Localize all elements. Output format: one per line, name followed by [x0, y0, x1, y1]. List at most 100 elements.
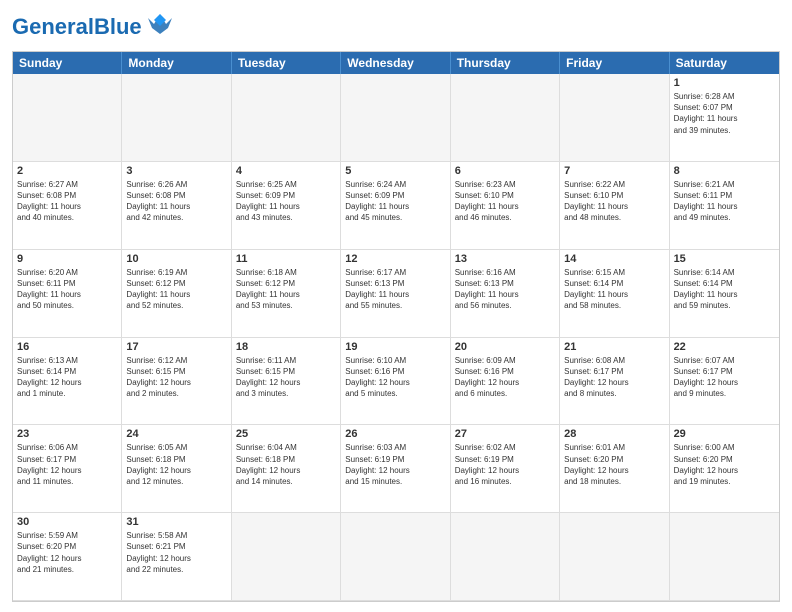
day-info: Sunrise: 6:13 AM Sunset: 6:14 PM Dayligh… [17, 355, 117, 400]
calendar-day-25: 25 Sunrise: 6:04 AM Sunset: 6:18 PM Dayli… [232, 425, 341, 513]
calendar-day-10: 10 Sunrise: 6:19 AM Sunset: 6:12 PM Dayli… [122, 250, 231, 338]
calendar-day-28: 28 Sunrise: 6:01 AM Sunset: 6:20 PM Dayli… [560, 425, 669, 513]
calendar-day-30: 30Sunrise: 5:59 AM Sunset: 6:20 PM Dayli… [13, 513, 122, 601]
calendar-day-6: 6 Sunrise: 6:23 AM Sunset: 6:10 PM Daylig… [451, 162, 560, 250]
day-info: Sunrise: 6:27 AM Sunset: 6:08 PM Dayligh… [17, 179, 117, 224]
day-number: 7 [564, 165, 664, 177]
calendar-empty-cell [13, 74, 122, 162]
calendar-day-13: 13Sunrise: 6:16 AM Sunset: 6:13 PM Dayli… [451, 250, 560, 338]
day-number: 28 [564, 428, 664, 440]
day-number: 30 [17, 516, 117, 528]
day-info: Sunrise: 6:09 AM Sunset: 6:16 PM Dayligh… [455, 355, 555, 400]
day-header-saturday: Saturday [670, 52, 779, 74]
day-number: 8 [674, 165, 775, 177]
logo-bird-icon [146, 10, 174, 43]
day-info: Sunrise: 6:25 AM Sunset: 6:09 PM Dayligh… [236, 179, 336, 224]
day-info: Sunrise: 6:01 AM Sunset: 6:20 PM Dayligh… [564, 442, 664, 487]
day-info: Sunrise: 6:26 AM Sunset: 6:08 PM Dayligh… [126, 179, 226, 224]
calendar-day-16: 16 Sunrise: 6:13 AM Sunset: 6:14 PM Dayli… [13, 338, 122, 426]
calendar-day-26: 26 Sunrise: 6:03 AM Sunset: 6:19 PM Dayli… [341, 425, 450, 513]
day-number: 9 [17, 253, 117, 265]
day-number: 4 [236, 165, 336, 177]
day-number: 5 [345, 165, 445, 177]
day-number: 23 [17, 428, 117, 440]
day-number: 31 [126, 516, 226, 528]
day-number: 2 [17, 165, 117, 177]
day-number: 26 [345, 428, 445, 440]
day-info: Sunrise: 6:17 AM Sunset: 6:13 PM Dayligh… [345, 267, 445, 312]
day-info: Sunrise: 6:23 AM Sunset: 6:10 PM Dayligh… [455, 179, 555, 224]
day-number: 6 [455, 165, 555, 177]
day-info: Sunrise: 6:06 AM Sunset: 6:17 PM Dayligh… [17, 442, 117, 487]
calendar-day-31: 31 Sunrise: 5:58 AM Sunset: 6:21 PM Dayli… [122, 513, 231, 601]
day-info: Sunrise: 6:24 AM Sunset: 6:09 PM Dayligh… [345, 179, 445, 224]
calendar-day-27: 27 Sunrise: 6:02 AM Sunset: 6:19 PM Dayli… [451, 425, 560, 513]
day-info: Sunrise: 6:28 AM Sunset: 6:07 PM Dayligh… [674, 91, 775, 136]
day-info: Sunrise: 6:02 AM Sunset: 6:19 PM Dayligh… [455, 442, 555, 487]
day-number: 10 [126, 253, 226, 265]
calendar-day-5: 5 Sunrise: 6:24 AM Sunset: 6:09 PM Daylig… [341, 162, 450, 250]
day-info: Sunrise: 6:22 AM Sunset: 6:10 PM Dayligh… [564, 179, 664, 224]
calendar-empty-cell [560, 513, 669, 601]
day-number: 12 [345, 253, 445, 265]
calendar-page: GeneralBlue SundayMondayTuesdayWednesday… [0, 0, 792, 612]
day-number: 13 [455, 253, 555, 265]
day-info: Sunrise: 6:19 AM Sunset: 6:12 PM Dayligh… [126, 267, 226, 312]
day-header-thursday: Thursday [451, 52, 560, 74]
calendar-day-8: 8Sunrise: 6:21 AM Sunset: 6:11 PM Daylig… [670, 162, 779, 250]
day-number: 29 [674, 428, 775, 440]
calendar-grid: 1 Sunrise: 6:28 AM Sunset: 6:07 PM Daylig… [13, 74, 779, 601]
day-number: 21 [564, 341, 664, 353]
day-info: Sunrise: 6:14 AM Sunset: 6:14 PM Dayligh… [674, 267, 775, 312]
logo-text: GeneralBlue [12, 16, 142, 38]
calendar-day-17: 17Sunrise: 6:12 AM Sunset: 6:15 PM Dayli… [122, 338, 231, 426]
day-info: Sunrise: 6:00 AM Sunset: 6:20 PM Dayligh… [674, 442, 775, 487]
day-number: 18 [236, 341, 336, 353]
calendar-day-24: 24 Sunrise: 6:05 AM Sunset: 6:18 PM Dayli… [122, 425, 231, 513]
day-number: 1 [674, 77, 775, 89]
logo-general: General [12, 14, 94, 39]
calendar-day-9: 9 Sunrise: 6:20 AM Sunset: 6:11 PM Daylig… [13, 250, 122, 338]
day-number: 14 [564, 253, 664, 265]
day-info: Sunrise: 6:18 AM Sunset: 6:12 PM Dayligh… [236, 267, 336, 312]
day-header-tuesday: Tuesday [232, 52, 341, 74]
calendar-day-1: 1 Sunrise: 6:28 AM Sunset: 6:07 PM Daylig… [670, 74, 779, 162]
day-info: Sunrise: 6:04 AM Sunset: 6:18 PM Dayligh… [236, 442, 336, 487]
header: GeneralBlue [12, 10, 780, 43]
day-info: Sunrise: 6:03 AM Sunset: 6:19 PM Dayligh… [345, 442, 445, 487]
day-number: 20 [455, 341, 555, 353]
day-number: 3 [126, 165, 226, 177]
calendar-empty-cell [560, 74, 669, 162]
day-number: 27 [455, 428, 555, 440]
day-header-wednesday: Wednesday [341, 52, 450, 74]
day-headers: SundayMondayTuesdayWednesdayThursdayFrid… [13, 52, 779, 74]
logo: GeneralBlue [12, 10, 174, 43]
day-header-monday: Monday [122, 52, 231, 74]
calendar-day-2: 2 Sunrise: 6:27 AM Sunset: 6:08 PM Daylig… [13, 162, 122, 250]
calendar-day-29: 29 Sunrise: 6:00 AM Sunset: 6:20 PM Dayli… [670, 425, 779, 513]
calendar-day-19: 19Sunrise: 6:10 AM Sunset: 6:16 PM Dayli… [341, 338, 450, 426]
day-info: Sunrise: 5:58 AM Sunset: 6:21 PM Dayligh… [126, 530, 226, 575]
calendar-empty-cell [232, 74, 341, 162]
calendar-day-15: 15Sunrise: 6:14 AM Sunset: 6:14 PM Dayli… [670, 250, 779, 338]
day-info: Sunrise: 6:08 AM Sunset: 6:17 PM Dayligh… [564, 355, 664, 400]
day-number: 19 [345, 341, 445, 353]
calendar-day-22: 22Sunrise: 6:07 AM Sunset: 6:17 PM Dayli… [670, 338, 779, 426]
calendar-day-7: 7 Sunrise: 6:22 AM Sunset: 6:10 PM Daylig… [560, 162, 669, 250]
day-number: 17 [126, 341, 226, 353]
day-info: Sunrise: 6:20 AM Sunset: 6:11 PM Dayligh… [17, 267, 117, 312]
day-number: 25 [236, 428, 336, 440]
calendar-empty-cell [232, 513, 341, 601]
calendar-day-11: 11Sunrise: 6:18 AM Sunset: 6:12 PM Dayli… [232, 250, 341, 338]
calendar-empty-cell [341, 74, 450, 162]
calendar-day-20: 20 Sunrise: 6:09 AM Sunset: 6:16 PM Dayli… [451, 338, 560, 426]
day-info: Sunrise: 6:07 AM Sunset: 6:17 PM Dayligh… [674, 355, 775, 400]
day-number: 16 [17, 341, 117, 353]
calendar-empty-cell [122, 74, 231, 162]
calendar-day-12: 12 Sunrise: 6:17 AM Sunset: 6:13 PM Dayli… [341, 250, 450, 338]
day-info: Sunrise: 6:05 AM Sunset: 6:18 PM Dayligh… [126, 442, 226, 487]
calendar-day-21: 21 Sunrise: 6:08 AM Sunset: 6:17 PM Dayli… [560, 338, 669, 426]
day-number: 24 [126, 428, 226, 440]
calendar-day-14: 14Sunrise: 6:15 AM Sunset: 6:14 PM Dayli… [560, 250, 669, 338]
calendar-empty-cell [341, 513, 450, 601]
